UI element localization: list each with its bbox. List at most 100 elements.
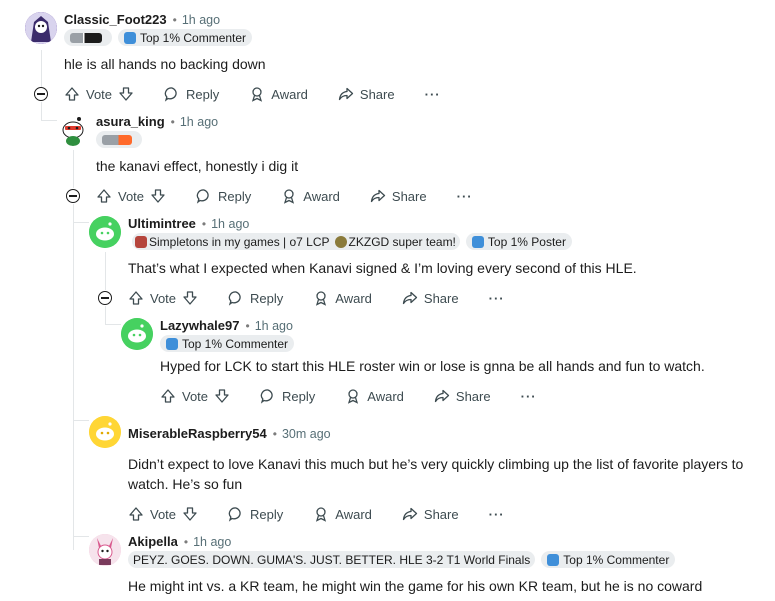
upvote-icon[interactable] [128, 506, 144, 522]
vote-group: Vote [96, 188, 166, 204]
username[interactable]: MiserableRaspberry54 [128, 426, 267, 441]
face-emoji-icon [334, 235, 347, 248]
more-options-button[interactable]: ··· [489, 291, 505, 306]
avatar[interactable] [89, 416, 121, 448]
top-commenter-badge: Top 1% Commenter [118, 29, 253, 46]
trophy-icon [471, 235, 484, 248]
downvote-icon[interactable] [118, 86, 134, 102]
reply-button[interactable]: Reply [228, 290, 283, 306]
collapse-button[interactable] [34, 87, 48, 101]
upvote-icon[interactable] [160, 388, 176, 404]
share-button[interactable]: Share [338, 86, 395, 102]
top-commenter-badge: Top 1% Commenter [541, 551, 676, 568]
username[interactable]: Ultimintree [128, 216, 196, 231]
vote-label: Vote [86, 86, 113, 102]
username[interactable]: asura_king [96, 114, 165, 129]
user-avatar-icon [89, 534, 121, 566]
timestamp[interactable]: 1h ago [255, 319, 293, 333]
more-options-button[interactable]: ··· [521, 389, 537, 404]
timestamp[interactable]: 1h ago [193, 535, 231, 549]
avatar[interactable] [89, 216, 121, 248]
username[interactable]: Lazywhale97 [160, 318, 240, 333]
vote-label: Vote [182, 388, 209, 404]
thread-line [105, 324, 121, 325]
timestamp[interactable]: 1h ago [182, 13, 220, 27]
emoji-icon [135, 235, 147, 248]
upvote-icon[interactable] [96, 188, 112, 204]
downvote-icon[interactable] [182, 506, 198, 522]
comment-actions: Vote Reply Award Share ··· [160, 388, 537, 404]
timestamp[interactable]: 1h ago [180, 115, 218, 129]
collapse-button[interactable] [66, 189, 80, 203]
award-icon [252, 87, 263, 102]
user-flair: Simpletons in my games | o7 LCP ZKZGD su… [132, 233, 460, 250]
share-icon [402, 291, 418, 305]
separator-dot: • [201, 216, 207, 231]
share-button[interactable]: Share [434, 388, 491, 404]
trophy-icon [124, 31, 136, 44]
award-button[interactable]: Award [313, 506, 372, 522]
comment-actions: Vote Reply Award Share ··· [128, 506, 505, 522]
reply-button[interactable]: Reply [196, 188, 251, 204]
award-button[interactable]: Award [281, 188, 340, 204]
timestamp[interactable]: 30m ago [282, 427, 331, 441]
downvote-icon[interactable] [150, 188, 166, 204]
user-flair [64, 29, 112, 46]
comment-actions: Vote Reply Award Share ··· [64, 86, 441, 102]
share-button[interactable]: Share [370, 188, 427, 204]
thread-line [73, 420, 89, 421]
reply-button[interactable]: Reply [260, 388, 315, 404]
comment-body: hle is all hands no backing down [64, 56, 266, 72]
thread-line [41, 102, 42, 120]
more-options-button[interactable]: ··· [457, 189, 473, 204]
award-button[interactable]: Award [249, 86, 308, 102]
thread-line [105, 306, 106, 324]
comment-body-line-2: watch. He’s so fun [128, 476, 243, 492]
reply-button[interactable]: Reply [228, 506, 283, 522]
upvote-icon[interactable] [64, 86, 80, 102]
vote-group: Vote [160, 388, 230, 404]
award-icon [348, 389, 359, 404]
comment-bubble-icon [196, 189, 209, 204]
separator-dot: • [170, 114, 175, 129]
share-button[interactable]: Share [402, 506, 459, 522]
more-options-button[interactable]: ··· [489, 507, 505, 522]
collapse-button[interactable] [98, 291, 112, 305]
comment-bubble-icon [164, 87, 177, 102]
share-icon [402, 507, 418, 521]
share-icon [338, 87, 354, 101]
upvote-icon[interactable] [128, 290, 144, 306]
comment-body: That’s what I expected when Kanavi signe… [128, 260, 637, 276]
user-flair: PEYZ. GOES. DOWN. GUMA'S. JUST. BETTER. … [128, 551, 536, 568]
more-options-button[interactable]: ··· [425, 87, 441, 102]
snoo-avatar-icon [89, 416, 121, 448]
separator-dot: • [183, 534, 189, 549]
award-icon [284, 189, 295, 204]
vote-label: Vote [150, 506, 177, 522]
downvote-icon[interactable] [182, 290, 198, 306]
username[interactable]: Classic_Foot223 [64, 12, 167, 27]
downvote-icon[interactable] [214, 388, 230, 404]
username[interactable]: Akipella [128, 534, 178, 549]
award-button[interactable]: Award [313, 290, 372, 306]
fire-emoji-icon [102, 134, 132, 145]
avatar[interactable] [121, 318, 153, 350]
trophy-icon [547, 553, 560, 566]
timestamp[interactable]: 1h ago [211, 217, 249, 231]
award-icon [316, 291, 327, 306]
thread-line [73, 204, 74, 550]
award-button[interactable]: Award [345, 388, 404, 404]
thread-line [73, 222, 89, 223]
comment-body: Hyped for LCK to start this HLE roster w… [160, 358, 705, 374]
comment-bubble-icon [228, 507, 241, 522]
separator-dot: • [245, 318, 250, 333]
trophy-icon [166, 337, 178, 350]
thread-line [73, 150, 74, 188]
vote-group: Vote [64, 86, 134, 102]
comment-body: the kanavi effect, honestly i dig it [96, 158, 299, 174]
avatar[interactable] [57, 114, 89, 146]
reply-button[interactable]: Reply [164, 86, 219, 102]
share-button[interactable]: Share [402, 290, 459, 306]
avatar[interactable] [25, 12, 57, 44]
avatar[interactable] [89, 534, 121, 566]
